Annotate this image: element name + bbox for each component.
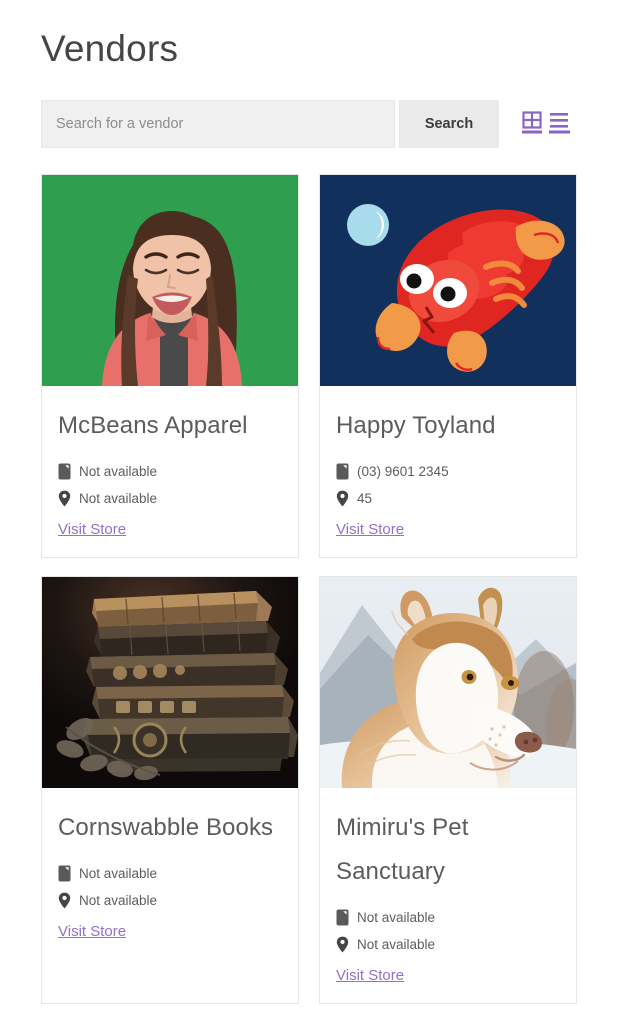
vendor-location-row: Not available bbox=[58, 489, 282, 508]
vendors-page: Vendors Search for a vendor Search McBea… bbox=[0, 0, 617, 1024]
vendor-card-body: Mimiru's Pet Sanctuary Not available Not… bbox=[320, 788, 576, 1003]
map-pin-icon bbox=[336, 490, 349, 507]
map-pin-icon bbox=[336, 936, 349, 953]
vendor-name: Happy Toyland bbox=[336, 412, 496, 439]
vendor-card[interactable]: Cornswabble Books Not available Not avai… bbox=[41, 576, 299, 1004]
search-input[interactable] bbox=[41, 100, 395, 148]
vendor-location: Not available bbox=[79, 893, 158, 908]
vendor-image-husky-dog bbox=[320, 577, 576, 788]
mobile-phone-icon bbox=[58, 463, 71, 480]
map-pin-icon bbox=[58, 892, 71, 909]
vendor-name: Cornswabble Books bbox=[58, 814, 274, 841]
vendor-image-clay-lobster bbox=[320, 175, 576, 386]
list-icon bbox=[549, 111, 571, 138]
vendor-location-row: Not available bbox=[58, 891, 282, 910]
view-toggle-group bbox=[521, 110, 572, 138]
vendor-name: Mimiru's Pet Sanctuary bbox=[336, 814, 469, 885]
vendor-phone: Not available bbox=[357, 910, 436, 925]
vendor-card-body: Happy Toyland (03) 9601 2345 45 Visit St bbox=[320, 386, 576, 557]
vendor-grid: McBeans Apparel Not available Not availa… bbox=[41, 174, 577, 1004]
list-view-toggle[interactable] bbox=[548, 111, 572, 137]
vendor-card[interactable]: Happy Toyland (03) 9601 2345 45 Visit St bbox=[319, 174, 577, 558]
search-button[interactable]: Search bbox=[399, 100, 499, 148]
vendor-location-row: 45 bbox=[336, 489, 560, 508]
vendor-location: 45 bbox=[357, 491, 373, 506]
vendor-phone-row: Not available bbox=[58, 864, 282, 883]
mobile-phone-icon bbox=[336, 909, 349, 926]
vendor-phone: Not available bbox=[79, 866, 158, 881]
visit-store-link[interactable]: Visit Store bbox=[58, 921, 126, 943]
grid-icon bbox=[522, 110, 544, 138]
vendor-image-crying-woman bbox=[42, 175, 298, 386]
vendor-card-body: Cornswabble Books Not available Not avai… bbox=[42, 788, 298, 959]
mobile-phone-icon bbox=[336, 463, 349, 480]
vendor-phone: (03) 9601 2345 bbox=[357, 464, 449, 479]
search-bar: Search bbox=[41, 100, 577, 148]
visit-store-link[interactable]: Visit Store bbox=[336, 965, 404, 987]
vendor-phone: Not available bbox=[79, 464, 158, 479]
vendor-phone-row: Not available bbox=[336, 908, 560, 927]
vendor-card-body: McBeans Apparel Not available Not availa… bbox=[42, 386, 298, 557]
grid-view-toggle[interactable] bbox=[521, 110, 545, 138]
vendor-phone-row: Not available bbox=[58, 462, 282, 481]
mobile-phone-icon bbox=[58, 865, 71, 882]
vendor-card[interactable]: Mimiru's Pet Sanctuary Not available Not… bbox=[319, 576, 577, 1004]
visit-store-link[interactable]: Visit Store bbox=[336, 519, 404, 541]
vendor-location: Not available bbox=[79, 491, 158, 506]
vendor-image-antique-books bbox=[42, 577, 298, 788]
map-pin-icon bbox=[58, 490, 71, 507]
vendor-card[interactable]: McBeans Apparel Not available Not availa… bbox=[41, 174, 299, 558]
vendor-name: McBeans Apparel bbox=[58, 412, 248, 439]
vendor-location: Not available bbox=[357, 937, 436, 952]
vendor-location-row: Not available bbox=[336, 935, 560, 954]
page-title: Vendors bbox=[41, 28, 179, 69]
visit-store-link[interactable]: Visit Store bbox=[58, 519, 126, 541]
vendor-phone-row: (03) 9601 2345 bbox=[336, 462, 560, 481]
